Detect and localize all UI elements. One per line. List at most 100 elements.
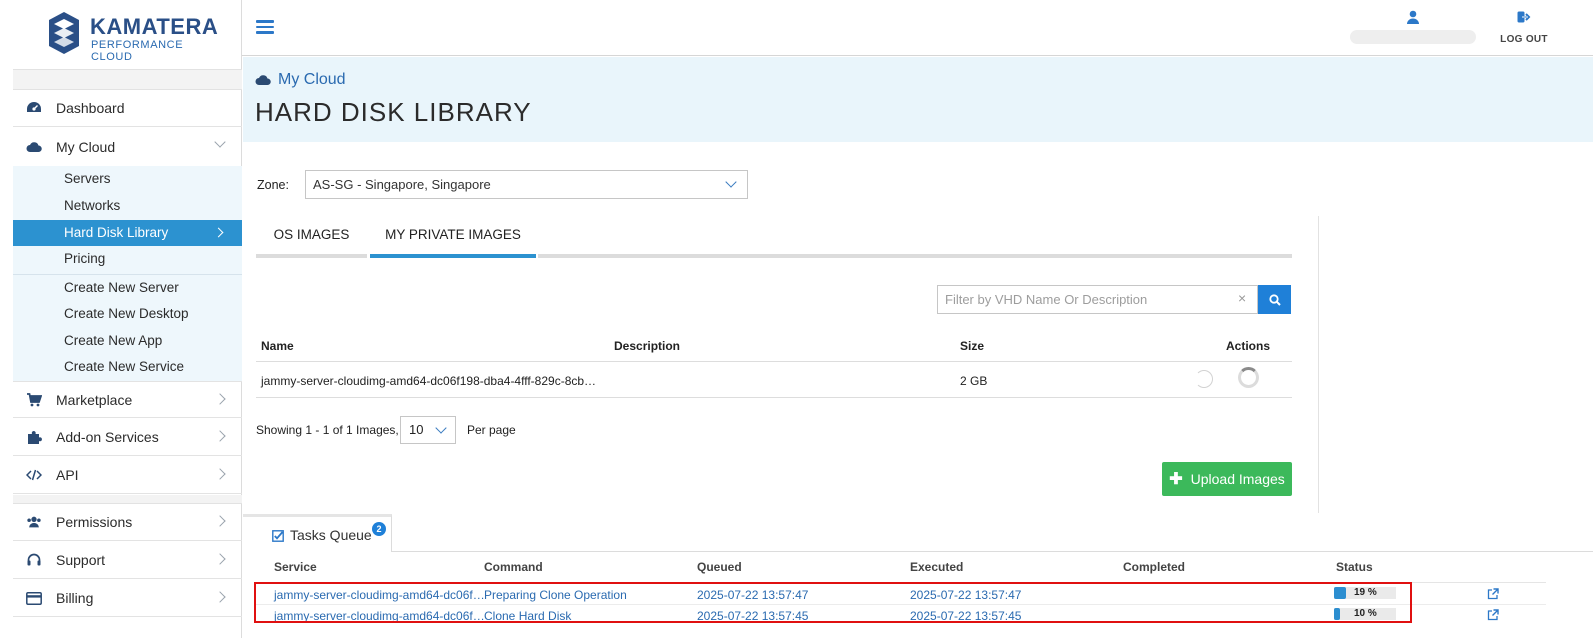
sidebar-item-marketplace[interactable]: Marketplace xyxy=(13,381,242,418)
sidebar-subitem-pricing[interactable]: Pricing xyxy=(13,246,242,272)
external-link-icon[interactable] xyxy=(1487,588,1499,600)
loading-spinner-icon xyxy=(1238,367,1259,388)
divider xyxy=(392,551,1593,552)
task-service[interactable]: jammy-server-cloudimg-amd64-dc06f… xyxy=(274,588,485,602)
chevron-right-icon xyxy=(213,227,224,238)
chevron-down-icon xyxy=(214,136,226,148)
sidebar-subitem-create-server[interactable]: Create New Server xyxy=(13,275,242,301)
task-command: Clone Hard Disk xyxy=(484,609,572,623)
card-icon xyxy=(26,590,42,606)
task-command: Preparing Clone Operation xyxy=(484,588,627,602)
sidebar-subitem-networks[interactable]: Networks xyxy=(13,193,242,219)
image-size: 2 GB xyxy=(960,374,988,388)
chevron-down-icon xyxy=(725,176,737,188)
tab-my-private-images[interactable]: MY PRIVATE IMAGES xyxy=(370,216,536,258)
task-service[interactable]: jammy-server-cloudimg-amd64-dc06f… xyxy=(274,609,485,623)
per-page-select[interactable]: 10 xyxy=(400,416,456,444)
cart-icon xyxy=(26,392,42,408)
tasks-header-completed: Completed xyxy=(1123,560,1186,574)
sidebar-subitem-hard-disk-library[interactable]: Hard Disk Library xyxy=(13,220,242,246)
sidebar-item-label: My Cloud xyxy=(56,138,116,155)
page-title: HARD DISK LIBRARY xyxy=(255,97,532,127)
menu-icon[interactable] xyxy=(256,20,274,34)
sidebar-item-dashboard[interactable]: Dashboard xyxy=(13,90,242,127)
page-header: My Cloud HARD DISK LIBRARY xyxy=(243,57,1593,142)
brand-tagline: PERFORMANCE CLOUD xyxy=(91,39,184,63)
headset-icon xyxy=(26,552,42,568)
sidebar-item-label: API xyxy=(56,467,79,483)
cloud-icon xyxy=(26,139,42,155)
tab-os-images[interactable]: OS IMAGES xyxy=(256,216,367,258)
tasks-header-executed: Executed xyxy=(910,560,964,574)
task-progress-label: 10 % xyxy=(1354,608,1377,619)
zone-label: Zone: xyxy=(257,178,289,192)
sidebar-subitem-create-app[interactable]: Create New App xyxy=(13,328,242,354)
showing-count: Showing 1 - 1 of 1 Images, xyxy=(256,423,399,437)
zone-select[interactable]: AS-SG - Singapore, Singapore xyxy=(305,170,748,199)
column-header-size[interactable]: Size xyxy=(960,339,984,353)
sidebar-item-label: Dashboard xyxy=(56,100,125,116)
sidebar-item-label: Support xyxy=(56,552,106,568)
cloud-icon xyxy=(255,75,271,85)
task-executed: 2025-07-22 13:57:45 xyxy=(910,609,1022,623)
image-tabs: OS IMAGES MY PRIVATE IMAGES xyxy=(256,216,1292,258)
sidebar-subitem-create-service[interactable]: Create New Service xyxy=(13,354,242,380)
column-header-description[interactable]: Description xyxy=(614,339,680,353)
tasks-queue-label: Tasks Queue xyxy=(290,527,372,543)
tasks-header-service: Service xyxy=(274,560,317,574)
divider xyxy=(256,582,1546,583)
checkbox-icon xyxy=(272,530,284,542)
divider xyxy=(256,604,1546,605)
search-icon xyxy=(1268,293,1281,306)
sidebar-item-billing[interactable]: Billing xyxy=(13,580,242,617)
sidebar-item-label: Permissions xyxy=(56,514,133,530)
sidebar-subitem-create-desktop[interactable]: Create New Desktop xyxy=(13,301,242,327)
progress-fill xyxy=(1334,608,1340,620)
sidebar-item-permissions[interactable]: Permissions xyxy=(13,504,242,541)
upload-label: Upload Images xyxy=(1190,471,1285,487)
filter-input[interactable] xyxy=(937,285,1258,314)
sidebar-subitem-servers[interactable]: Servers xyxy=(13,166,242,192)
code-icon xyxy=(26,467,42,483)
breadcrumb[interactable]: My Cloud xyxy=(255,71,346,89)
tasks-queue-tab[interactable]: Tasks Queue 2 xyxy=(243,514,392,552)
external-link-icon[interactable] xyxy=(1487,609,1499,621)
divider xyxy=(256,361,1292,362)
sidebar-item-label: Add-on Services xyxy=(56,429,159,445)
upload-images-button[interactable]: ✚ Upload Images xyxy=(1162,462,1292,496)
brand-name: KAMATERA xyxy=(90,14,219,39)
sidebar-item-api[interactable]: API xyxy=(13,457,242,494)
search-button[interactable] xyxy=(1258,285,1291,314)
logout-icon xyxy=(1517,11,1531,23)
column-header-actions: Actions xyxy=(1226,339,1271,353)
task-progress-label: 19 % xyxy=(1354,587,1377,598)
sidebar-item-support[interactable]: Support xyxy=(13,542,242,579)
brand-logo[interactable]: KAMATERA PERFORMANCE CLOUD xyxy=(48,11,228,63)
divider xyxy=(256,397,1292,398)
logout-button[interactable]: LOG OUT xyxy=(1494,10,1554,46)
sidebar-item-label: Billing xyxy=(56,590,94,606)
chevron-right-icon xyxy=(214,553,226,565)
top-bar: LOG OUT xyxy=(242,0,1593,56)
logo-icon xyxy=(49,12,79,54)
dashboard-icon xyxy=(26,100,42,116)
user-icon[interactable] xyxy=(1406,10,1420,24)
clear-icon[interactable]: × xyxy=(1238,290,1246,306)
sidebar-spacer xyxy=(13,495,242,504)
loading-spinner-icon xyxy=(1195,370,1213,388)
image-name[interactable]: jammy-server-cloudimg-amd64-dc06f198-dba… xyxy=(261,374,596,388)
tab-label: OS IMAGES xyxy=(273,227,350,242)
sidebar-item-addon-services[interactable]: Add-on Services xyxy=(13,419,242,456)
chevron-right-icon xyxy=(214,468,226,480)
column-header-name[interactable]: Name xyxy=(261,339,294,353)
task-queued: 2025-07-22 13:57:47 xyxy=(697,588,809,602)
task-progress-bar: 10 % xyxy=(1334,608,1396,620)
per-page-label: Per page xyxy=(467,423,516,437)
my-cloud-submenu: Servers Networks Hard Disk Library Prici… xyxy=(13,166,242,274)
tasks-header-status: Status xyxy=(1336,560,1373,574)
sidebar-item-my-cloud[interactable]: My Cloud xyxy=(13,128,242,165)
tasks-header-command: Command xyxy=(484,560,543,574)
sidebar-spacer xyxy=(13,69,242,90)
tab-underline xyxy=(538,254,1292,258)
tab-label: MY PRIVATE IMAGES xyxy=(385,227,521,242)
